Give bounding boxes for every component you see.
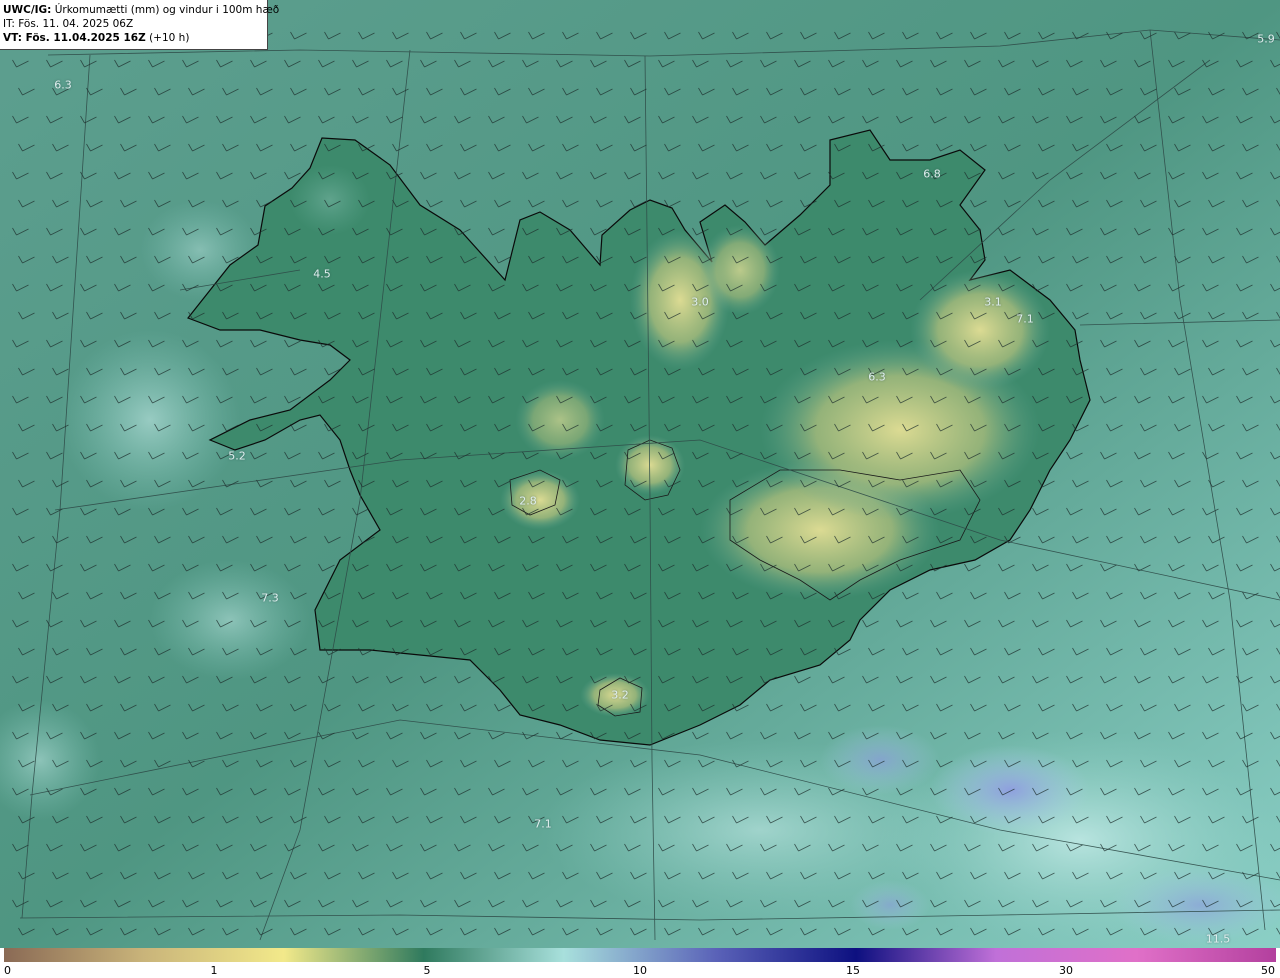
value-label: 4.5: [313, 267, 331, 281]
weather-map-view: UWC/IG: Úrkomumætti (mm) og vindur i 100…: [0, 0, 1280, 978]
value-label: 6.3: [54, 78, 72, 92]
value-label: 3.1: [984, 295, 1002, 309]
colorbar-strip: [4, 948, 1276, 962]
value-label: 7.1: [1016, 312, 1034, 326]
colorbar-tick: 15: [846, 964, 860, 977]
value-label: 3.2: [611, 688, 629, 702]
value-label: 5.2: [228, 449, 246, 463]
precipitation-map: [0, 0, 1280, 948]
value-label: 7.1: [534, 817, 552, 831]
map-title: Úrkomumætti (mm) og vindur i 100m hæð: [54, 4, 280, 16]
colorbar-tick: 50: [1261, 964, 1275, 977]
colorbar-tick: 0: [4, 964, 11, 977]
colorbar-tick: 1: [210, 964, 218, 977]
forecast-hour: (+10 h): [149, 32, 190, 44]
map-info-box: UWC/IG: Úrkomumætti (mm) og vindur i 100…: [0, 0, 279, 50]
valid-time: VT: Fös. 11.04.2025 16Z: [3, 32, 146, 44]
value-label: 7.3: [261, 591, 279, 605]
value-label: 5.9: [1257, 32, 1275, 46]
model-tag: UWC/IG:: [3, 4, 52, 16]
colorbar-tick: 5: [423, 964, 431, 977]
value-label: 3.0: [691, 295, 709, 309]
colorbar-tick: 10: [633, 964, 647, 977]
value-label: 6.8: [923, 167, 941, 181]
value-label: 6.3: [868, 370, 886, 384]
value-label: 2.8: [519, 494, 537, 508]
init-time: IT: Fös. 11. 04. 2025 06Z: [3, 18, 134, 30]
colorbar-tick: 30: [1059, 964, 1073, 977]
value-label: 11.5: [1205, 932, 1231, 946]
colorbar: 0 1 5 10 15 30 50: [0, 948, 1280, 978]
